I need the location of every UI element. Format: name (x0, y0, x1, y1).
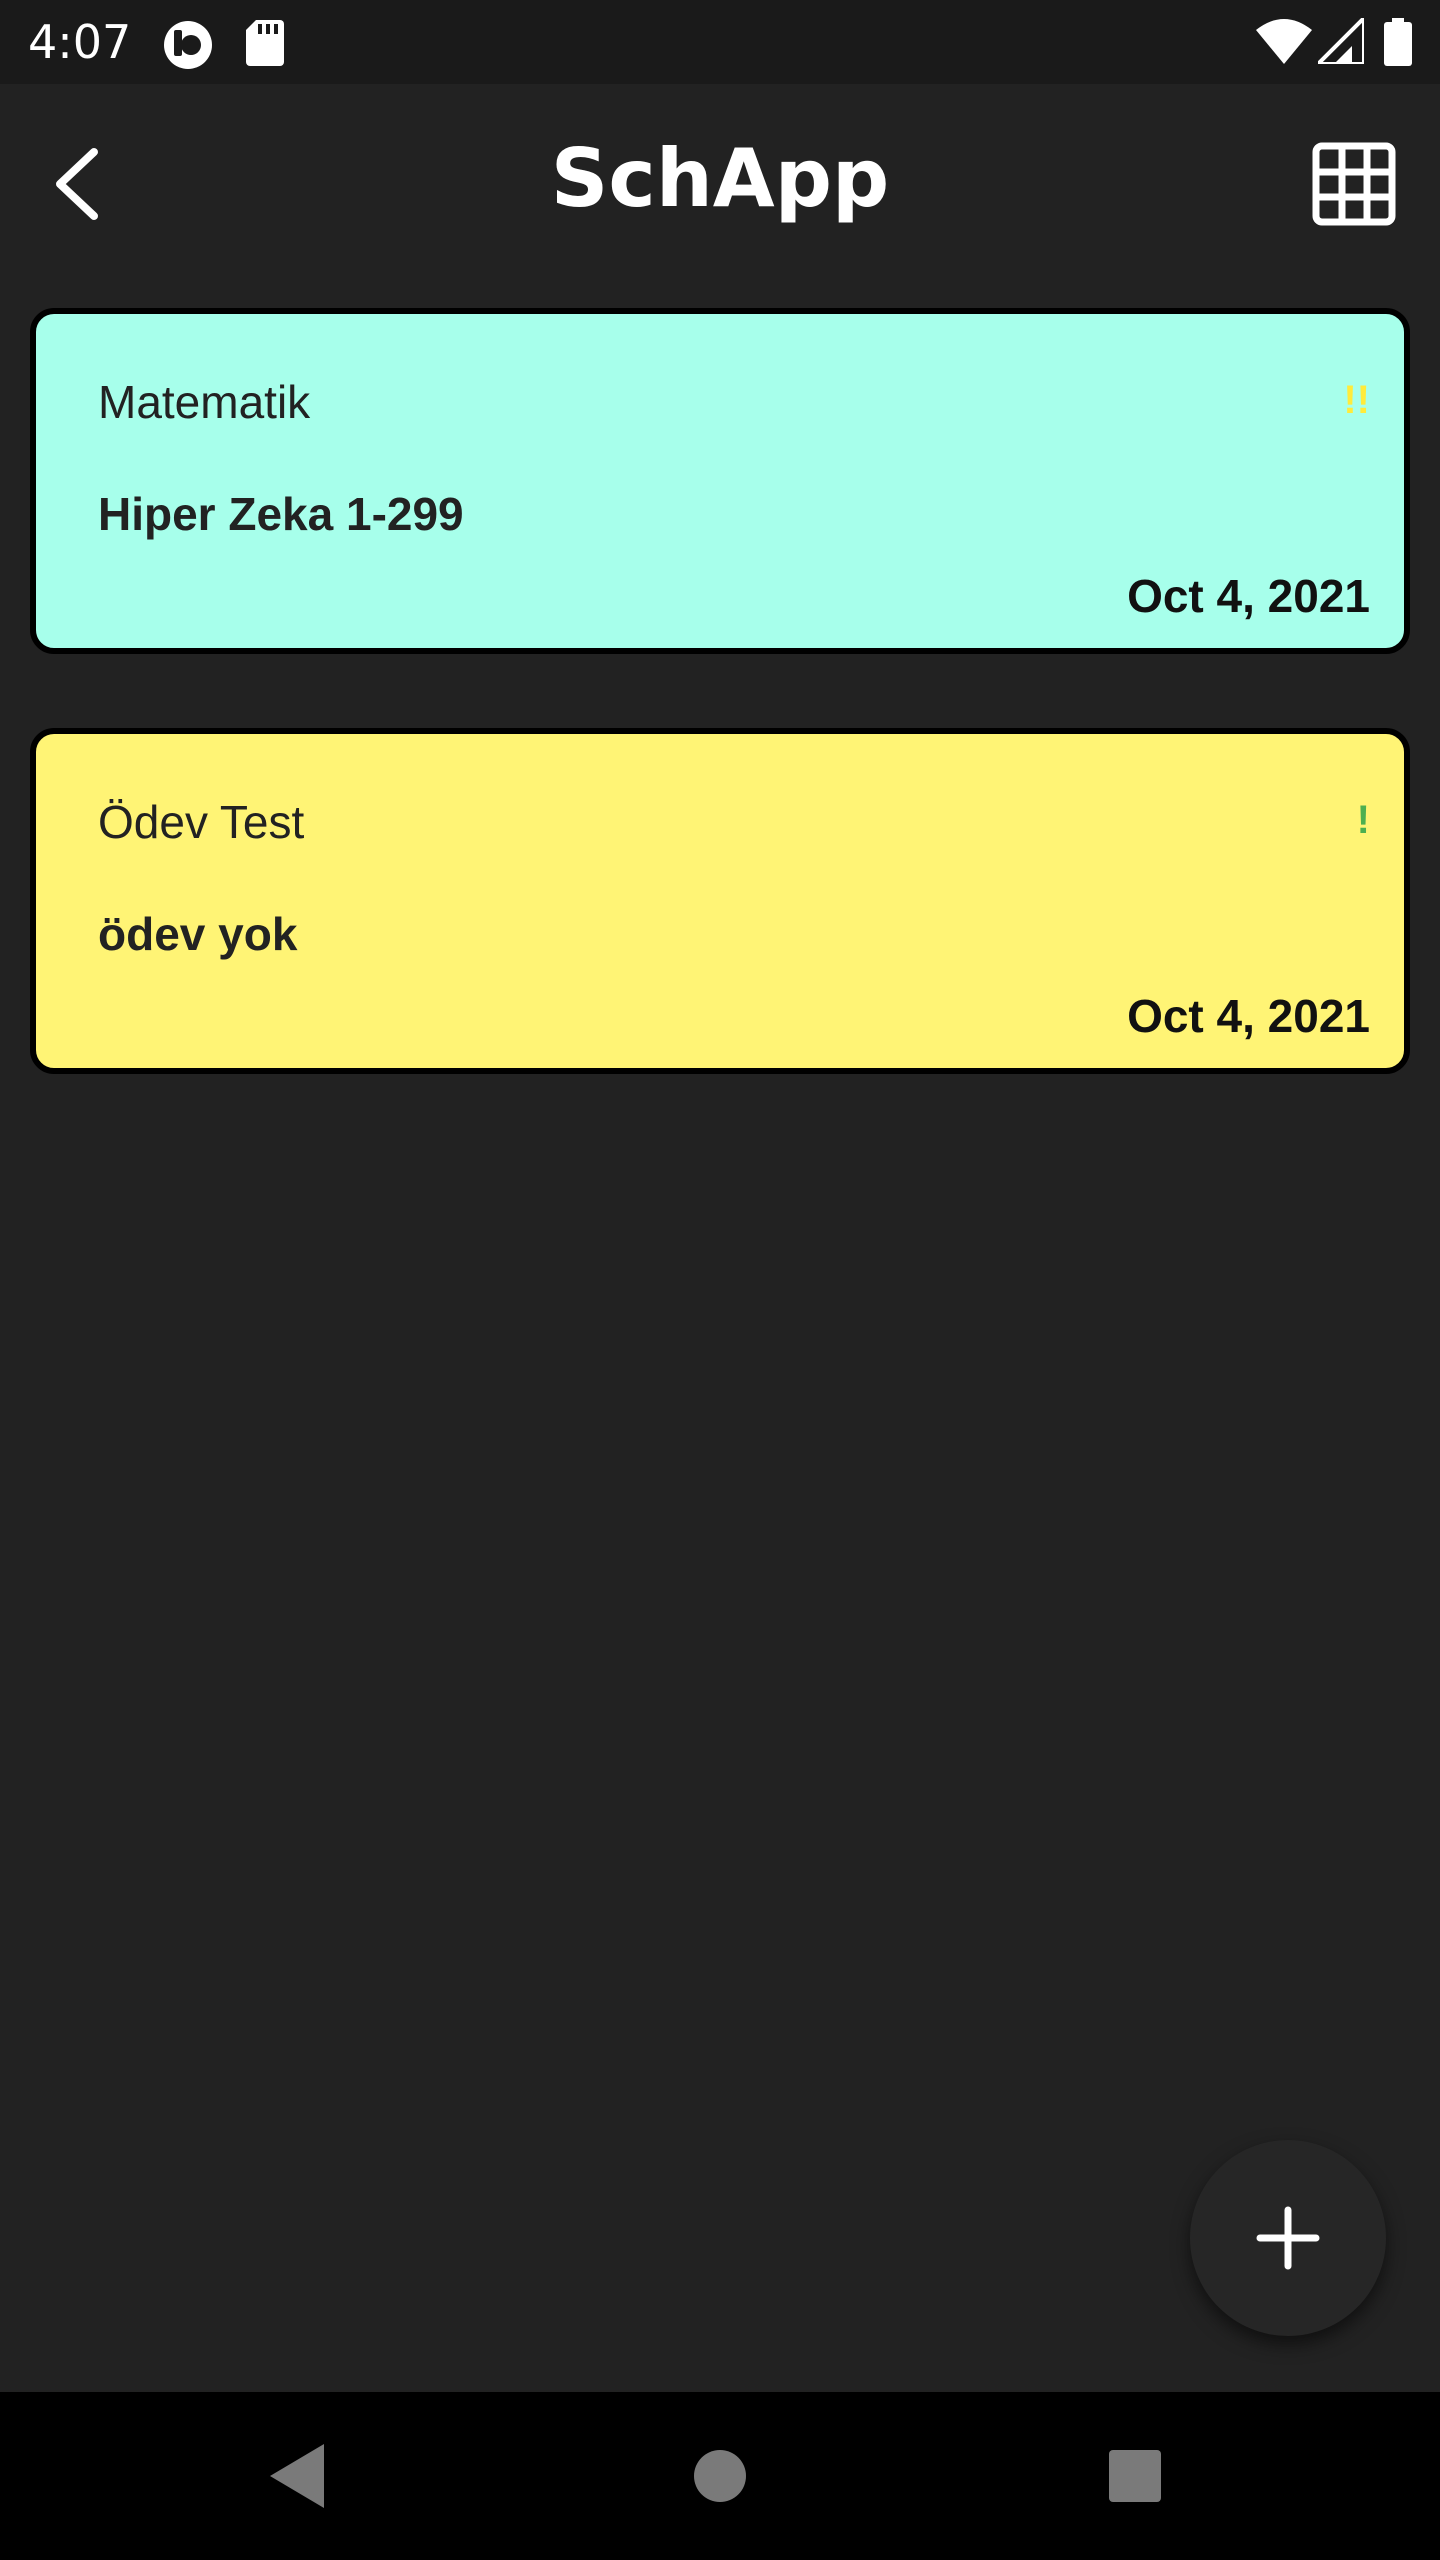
app-bar: SchApp (0, 84, 1440, 284)
app-title: SchApp (550, 132, 890, 225)
home-circle-icon (670, 2450, 770, 2530)
recents-square-icon (1085, 2450, 1185, 2530)
sd-card-icon (246, 20, 284, 71)
task-description: ödev yok (98, 908, 298, 960)
task-date: Oct 4, 2021 (1127, 570, 1370, 622)
grid-view-icon (1312, 142, 1396, 230)
grid-view-button[interactable] (1312, 142, 1396, 226)
nav-recents-button[interactable] (1085, 2426, 1185, 2526)
task-card[interactable]: Ödev Test ! ödev yok Oct 4, 2021 (30, 728, 1410, 1074)
status-time: 4:07 (28, 15, 132, 69)
battery-icon (1384, 18, 1412, 71)
system-nav-bar (0, 2392, 1440, 2560)
circle-app-icon (162, 20, 214, 75)
nav-back-button[interactable] (250, 2426, 350, 2526)
task-date: Oct 4, 2021 (1127, 990, 1370, 1042)
task-priority: !! (1343, 378, 1370, 422)
task-title: Matematik (98, 376, 311, 428)
task-card[interactable]: Matematik !! Hiper Zeka 1-299 Oct 4, 202… (30, 308, 1410, 654)
task-description: Hiper Zeka 1-299 (98, 488, 464, 540)
back-triangle-icon (250, 2444, 350, 2530)
status-bar: 4:07 (0, 0, 1440, 84)
task-priority: ! (1356, 798, 1370, 842)
task-title: Ödev Test (98, 796, 305, 848)
add-task-button[interactable] (1190, 2140, 1386, 2336)
cellular-signal-icon (1313, 13, 1366, 69)
nav-home-button[interactable] (670, 2426, 770, 2526)
wifi-icon (1256, 18, 1312, 69)
